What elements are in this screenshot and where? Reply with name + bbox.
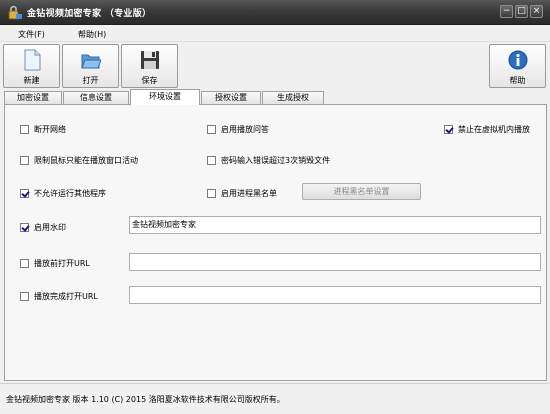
open-label: 打开 xyxy=(82,76,99,85)
info-icon xyxy=(508,50,528,70)
status-text: 金钻视频加密专家 版本 1.10 (C) 2015 洛阳夏冰软件技术有限公司版权… xyxy=(6,395,285,404)
enable-process-blacklist-label: 启用进程黑名单 xyxy=(221,189,277,198)
tab-generate-license[interactable]: 生成授权 xyxy=(262,91,324,104)
url-after-input[interactable] xyxy=(129,286,541,304)
process-blacklist-settings-button[interactable]: 进程黑名单设置 xyxy=(302,183,421,200)
checkbox-box[interactable] xyxy=(207,125,216,134)
restrict-mouse-checkbox[interactable]: 限制鼠标只能在播放窗口活动 xyxy=(20,155,138,166)
help-button[interactable]: 帮助 xyxy=(489,44,546,88)
checkbox-box[interactable] xyxy=(207,189,216,198)
new-document-icon xyxy=(24,49,41,71)
disconnect-network-label: 断开网络 xyxy=(34,125,66,134)
destroy-on-wrong-password-checkbox[interactable]: 密码输入错误超过3次销毁文件 xyxy=(207,155,330,166)
disallow-other-programs-label: 不允许运行其他程序 xyxy=(34,189,106,198)
menu-help[interactable]: 帮助(H) xyxy=(78,29,106,40)
tab-info-settings[interactable]: 信息设置 xyxy=(63,91,129,104)
open-url-after-checkbox[interactable]: 播放完成打开URL xyxy=(20,291,98,302)
url-before-input[interactable] xyxy=(129,253,541,271)
checkbox-box[interactable] xyxy=(20,125,29,134)
minimize-button[interactable]: − xyxy=(500,5,513,18)
enable-process-blacklist-checkbox[interactable]: 启用进程黑名单 xyxy=(207,188,277,199)
window-title: 金钻视频加密专家 （专业版） xyxy=(27,9,152,19)
checkbox-box[interactable] xyxy=(20,259,29,268)
environment-panel xyxy=(4,104,547,381)
checkbox-box[interactable] xyxy=(20,156,29,165)
checkbox-box[interactable] xyxy=(20,189,29,198)
restrict-mouse-label: 限制鼠标只能在播放窗口活动 xyxy=(34,156,138,165)
open-url-before-checkbox[interactable]: 播放前打开URL xyxy=(20,258,90,269)
app-icon xyxy=(8,5,22,20)
open-url-before-label: 播放前打开URL xyxy=(34,259,90,268)
watermark-text-input[interactable]: 金钻视频加密专家 xyxy=(129,216,541,234)
status-bar: 金钻视频加密专家 版本 1.10 (C) 2015 洛阳夏冰软件技术有限公司版权… xyxy=(0,383,550,414)
save-button[interactable]: 保存 xyxy=(121,44,178,88)
checkbox-box[interactable] xyxy=(20,223,29,232)
tab-encryption-settings[interactable]: 加密设置 xyxy=(4,91,62,104)
open-button[interactable]: 打开 xyxy=(62,44,119,88)
forbid-vm-playback-checkbox[interactable]: 禁止在虚拟机内播放 xyxy=(444,124,530,135)
folder-open-icon xyxy=(81,54,101,69)
help-label: 帮助 xyxy=(509,76,526,85)
app-window: 金钻视频加密专家 （专业版） − □ × 文件(F) 帮助(H) 新建 打开 保… xyxy=(0,0,550,414)
menu-file[interactable]: 文件(F) xyxy=(18,29,45,40)
toolbar: 新建 打开 保存 帮助 xyxy=(0,42,550,90)
forbid-vm-playback-label: 禁止在虚拟机内播放 xyxy=(458,125,530,134)
enable-watermark-label: 启用水印 xyxy=(34,223,66,232)
checkbox-box[interactable] xyxy=(207,156,216,165)
open-url-after-label: 播放完成打开URL xyxy=(34,292,98,301)
enable-playback-qa-checkbox[interactable]: 启用播放问答 xyxy=(207,124,269,135)
enable-watermark-checkbox[interactable]: 启用水印 xyxy=(20,222,66,233)
tab-strip: 加密设置 信息设置 环境设置 授权设置 生成授权 xyxy=(0,89,550,105)
save-label: 保存 xyxy=(141,76,158,85)
title-bar[interactable]: 金钻视频加密专家 （专业版） − □ × xyxy=(0,0,550,25)
disconnect-network-checkbox[interactable]: 断开网络 xyxy=(20,124,66,135)
close-button[interactable]: × xyxy=(530,5,543,18)
checkbox-box[interactable] xyxy=(20,292,29,301)
checkbox-box[interactable] xyxy=(444,125,453,134)
enable-playback-qa-label: 启用播放问答 xyxy=(221,125,269,134)
tab-license-settings[interactable]: 授权设置 xyxy=(201,91,261,104)
destroy-on-wrong-password-label: 密码输入错误超过3次销毁文件 xyxy=(221,156,331,165)
disallow-other-programs-checkbox[interactable]: 不允许运行其他程序 xyxy=(20,188,106,199)
menu-bar: 文件(F) 帮助(H) xyxy=(0,25,550,42)
floppy-disk-icon xyxy=(141,51,159,69)
new-label: 新建 xyxy=(23,76,40,85)
maximize-button[interactable]: □ xyxy=(515,5,528,18)
tab-environment-settings[interactable]: 环境设置 xyxy=(130,89,200,105)
new-button[interactable]: 新建 xyxy=(3,44,60,88)
